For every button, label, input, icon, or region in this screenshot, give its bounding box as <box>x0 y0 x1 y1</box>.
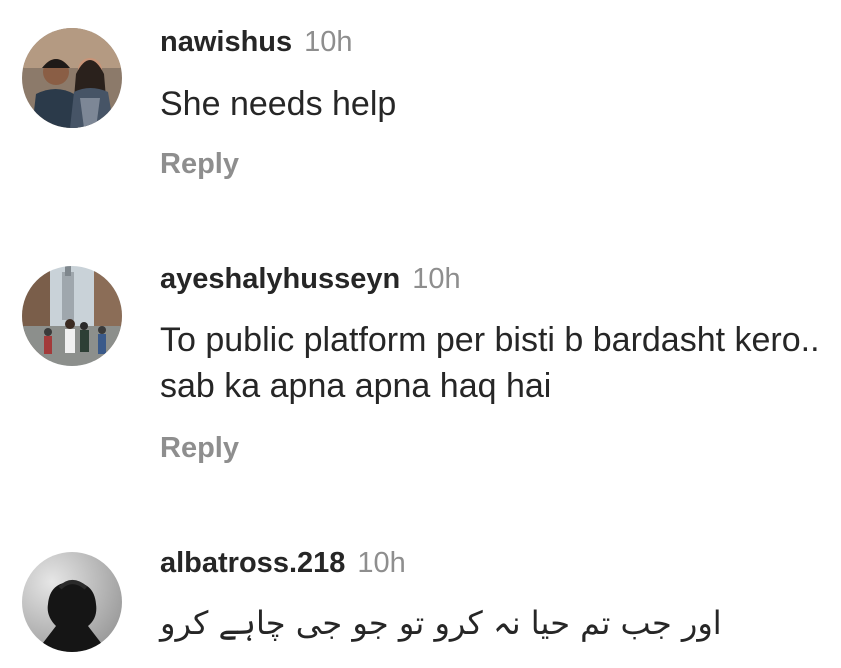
comment-username[interactable]: ayeshalyhusseyn <box>160 263 400 295</box>
comment-header: ayeshalyhusseyn 10h <box>160 262 461 296</box>
comment-item: nawishus 10h She needs help Reply <box>0 0 841 210</box>
reply-button[interactable]: Reply <box>160 147 239 181</box>
comment-header: albatross.218 10h <box>160 546 406 580</box>
avatar[interactable] <box>22 552 122 652</box>
comment-header: nawishus 10h <box>160 25 353 59</box>
comment-timestamp: 10h <box>304 26 353 58</box>
avatar[interactable] <box>22 266 122 366</box>
comment-text: To public platform per bisti b bardasht … <box>160 321 820 405</box>
avatar[interactable] <box>22 28 122 128</box>
comment-username[interactable]: albatross.218 <box>160 547 345 579</box>
comment-timestamp: 10h <box>357 547 406 579</box>
comment-text: اور جب تم حیا نہ کرو تو جو جی چاہے کرو <box>160 604 722 642</box>
comment-text: She needs help <box>160 85 397 123</box>
comment-username[interactable]: nawishus <box>160 26 292 58</box>
comment-timestamp: 10h <box>412 263 461 295</box>
avatar-silhouette-image <box>22 552 122 652</box>
avatar-street-image <box>22 266 122 366</box>
reply-button[interactable]: Reply <box>160 431 239 465</box>
avatar-couple-image <box>22 28 122 128</box>
